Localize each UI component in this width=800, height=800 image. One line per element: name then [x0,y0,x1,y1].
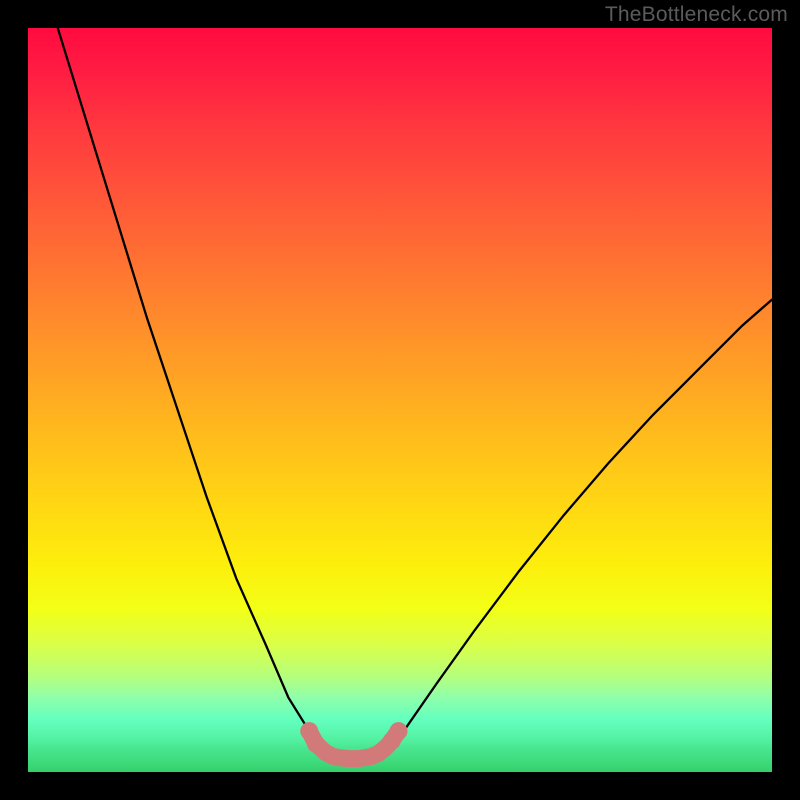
chart-frame: TheBottleneck.com [0,0,800,800]
chart-svg [28,28,772,772]
scatter-dot [307,735,325,753]
watermark-text: TheBottleneck.com [605,3,788,27]
scatter-dot [390,722,408,740]
plot-area [28,28,772,772]
series-left-curve [58,28,336,756]
series-right-curve [375,300,772,757]
